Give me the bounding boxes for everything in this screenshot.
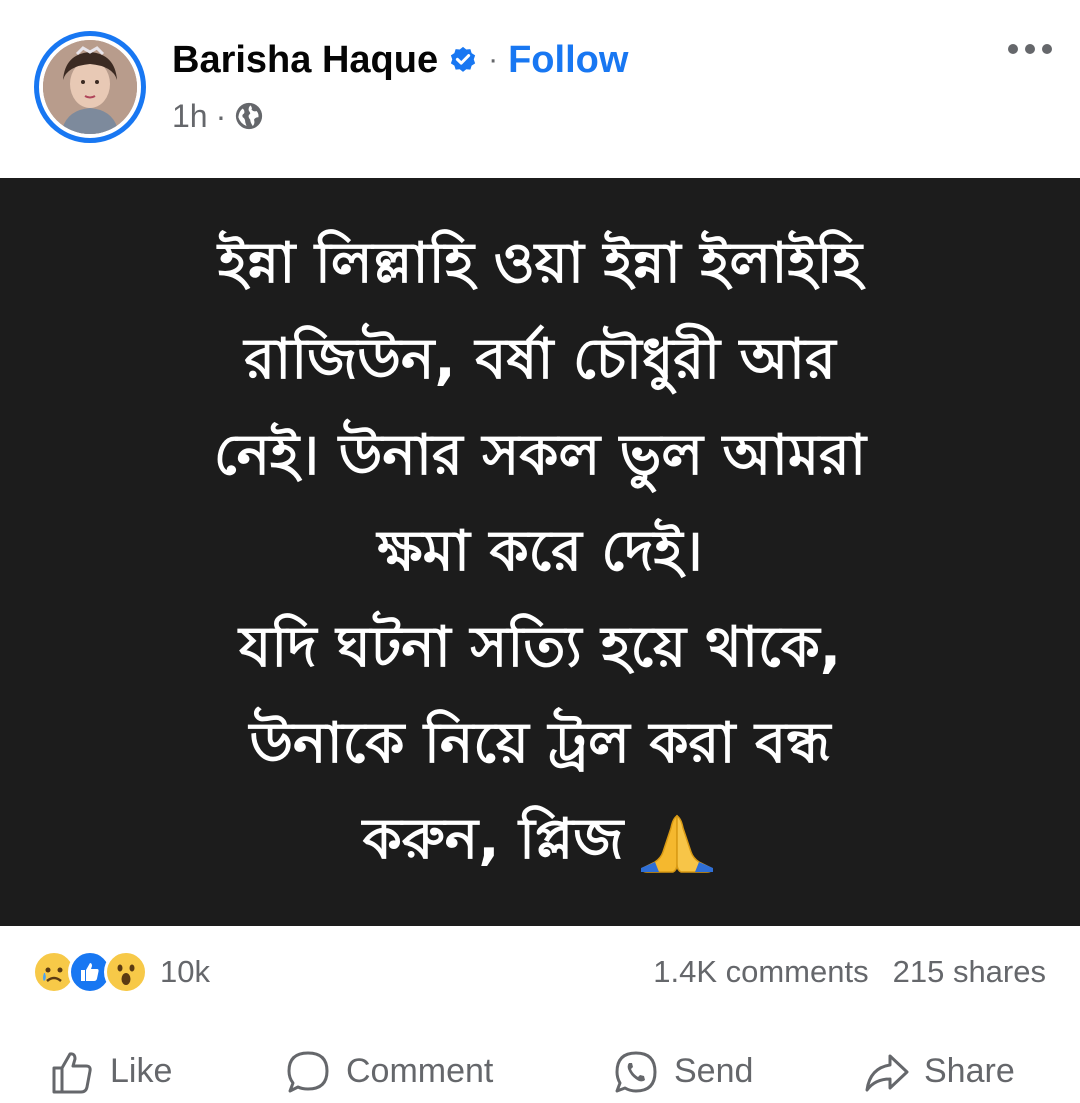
image-text-line: নেই। উনার সকল ভুল আমরা	[213, 423, 867, 488]
send-button[interactable]: Send	[612, 1040, 753, 1103]
comment-label: Comment	[346, 1052, 494, 1090]
author-name[interactable]: Barisha Haque	[172, 39, 438, 82]
share-button[interactable]: Share	[862, 1040, 1015, 1103]
reaction-summary[interactable]: 10k	[32, 950, 210, 994]
verified-badge-icon	[450, 46, 476, 72]
post-image[interactable]: ইন্না লিল্লাহি ওয়া ইন্না ইলাইহি রাজিউন,…	[0, 178, 1080, 926]
profile-photo-illustration	[43, 40, 137, 134]
meta-separator: ·	[215, 97, 227, 134]
like-button[interactable]: Like	[48, 1040, 172, 1103]
image-text-line: করুন, প্লিজ	[362, 807, 624, 872]
reaction-count: 10k	[160, 954, 210, 989]
image-text-line: রাজিউন, বর্ষা চৌধুরী আর	[244, 327, 836, 392]
post-stats: 10k 1.4K comments 215 shares	[0, 936, 1080, 1012]
comments-count[interactable]: 1.4K comments	[653, 954, 868, 990]
avatar[interactable]	[34, 31, 146, 143]
comment-icon	[287, 1051, 329, 1092]
send-label: Send	[674, 1052, 754, 1090]
post-timestamp[interactable]: 1h	[172, 98, 208, 135]
shares-count[interactable]: 215 shares	[893, 954, 1046, 990]
image-text-line-last: করুন, প্লিজ	[363, 792, 718, 888]
share-label: Share	[924, 1052, 1015, 1090]
post-actions: Like Comment Send Share	[0, 1040, 1080, 1103]
thumbs-up-icon	[52, 1051, 92, 1093]
folded-hands-icon	[641, 814, 714, 873]
comment-button[interactable]: Comment	[284, 1040, 493, 1103]
globe-icon	[236, 102, 263, 130]
image-text-line: ক্ষমা করে দেই।	[377, 519, 703, 584]
post-header: Barisha Haque · Follow 1h ·	[0, 0, 1080, 178]
share-arrow-icon	[865, 1054, 909, 1091]
follow-button[interactable]: Follow	[508, 39, 628, 82]
like-label: Like	[110, 1052, 173, 1090]
post-meta: 1h ·	[172, 94, 264, 138]
image-text-line: উনাকে নিয়ে ট্রল করা বন্ধ	[249, 711, 831, 776]
name-separator: ·	[488, 43, 499, 76]
image-text-line: যদি ঘটনা সত্যি হয়ে থাকে,	[238, 615, 842, 680]
whatsapp-icon	[615, 1051, 657, 1092]
more-options-icon[interactable]	[1008, 44, 1052, 54]
image-text-line: ইন্না লিল্লাহি ওয়া ইন্না ইলাইহি	[217, 231, 863, 296]
profile-photo	[43, 40, 137, 134]
wow-reaction-icon	[104, 950, 148, 994]
